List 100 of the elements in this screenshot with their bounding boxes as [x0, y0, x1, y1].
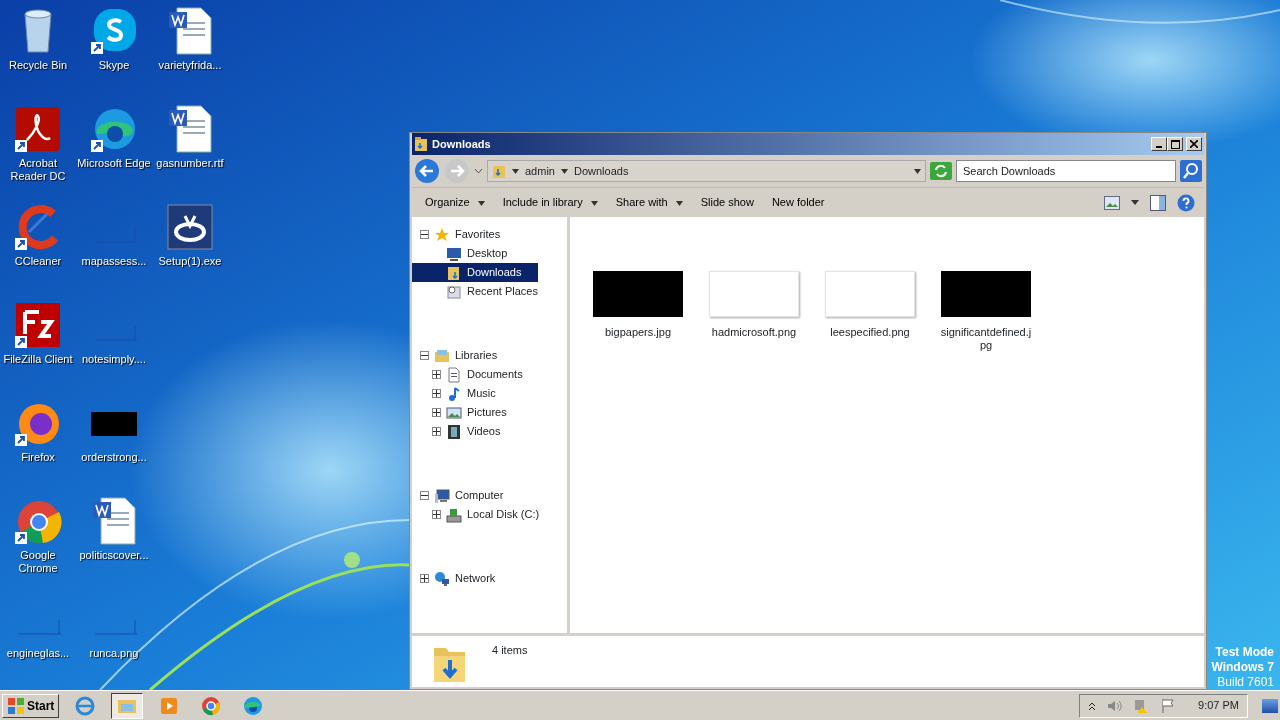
desktop-icon-label[interactable]: runca.png — [89, 647, 139, 660]
expand-toggle[interactable] — [420, 230, 429, 239]
plus-icon — [433, 428, 440, 435]
minus-icon — [421, 492, 428, 499]
window-title: Downloads — [432, 136, 491, 152]
plus-icon — [433, 371, 440, 378]
picture-icon — [446, 404, 462, 421]
desktop-icon-label[interactable]: Acrobat Reader DC — [1, 157, 75, 183]
folder-icon — [414, 136, 428, 152]
minimize-button[interactable] — [1151, 137, 1168, 151]
media-player-icon — [159, 695, 180, 716]
file-name[interactable]: bigpapers.jpg — [604, 326, 672, 339]
address-bar[interactable]: admin Downloads — [487, 160, 926, 182]
os-build-text: Test Mode — [1215, 645, 1274, 660]
expand-toggle[interactable] — [420, 351, 429, 360]
desktop-icon-label[interactable]: politicscover... — [79, 549, 149, 562]
minus-icon — [421, 352, 428, 359]
taskbar-button[interactable] — [111, 692, 144, 719]
clock-time[interactable]: 9:07 PM — [1198, 697, 1239, 714]
caret-icon — [675, 200, 683, 206]
chevron-icon[interactable] — [1088, 700, 1097, 711]
tree-item[interactable]: Libraries — [412, 346, 523, 365]
close-button[interactable] — [1186, 137, 1202, 151]
drive-icon — [446, 506, 462, 523]
image-thumbnail[interactable] — [593, 271, 683, 317]
ftp-app-icon[interactable] — [13, 300, 63, 350]
music-note-icon — [446, 385, 462, 402]
tree-item[interactable]: Music — [412, 384, 523, 403]
plus-icon — [421, 575, 428, 582]
tree-item[interactable]: Network — [412, 569, 496, 588]
help-icon[interactable] — [1176, 193, 1195, 212]
maximize-button[interactable] — [1167, 137, 1184, 151]
tree-item[interactable]: Downloads — [412, 263, 538, 282]
desktop-icon-label[interactable]: engineglas... — [6, 647, 70, 660]
toolbar-button[interactable]: Share with — [606, 191, 692, 214]
show-desktop-button[interactable] — [1262, 698, 1278, 713]
toolbar-button[interactable]: Organize — [416, 191, 494, 214]
refresh-icon[interactable] — [930, 162, 952, 180]
file-name[interactable]: hadmicrosoft.png — [711, 326, 797, 339]
tree-item[interactable]: Local Disk (C:) — [412, 505, 540, 524]
flag-icon[interactable] — [1160, 697, 1177, 714]
recent-places-icon — [446, 283, 462, 300]
star-icon — [434, 226, 450, 243]
search-field[interactable]: Search Downloads — [956, 160, 1176, 182]
dropdown-icon[interactable] — [474, 168, 483, 174]
desktop-icon-label[interactable]: Recycle Bin — [8, 59, 68, 72]
toolbar-button[interactable]: New folder — [762, 191, 834, 214]
expand-toggle[interactable] — [432, 389, 441, 398]
minus-icon — [421, 231, 428, 238]
plus-icon — [433, 409, 440, 416]
desktop-icon-label[interactable]: notesimply.... — [82, 353, 146, 366]
pdf-app-icon[interactable] — [13, 104, 63, 154]
desktop-icon-label[interactable]: orderstrong... — [81, 451, 147, 464]
installer-icon[interactable] — [165, 202, 215, 252]
breadcrumb-item[interactable]: admin — [525, 162, 555, 180]
tree-item[interactable]: Pictures — [412, 403, 523, 422]
preview-pane-icon[interactable] — [1149, 194, 1166, 211]
expand-toggle[interactable] — [432, 510, 441, 519]
tree-item[interactable]: Recent Places — [412, 282, 538, 301]
toolbar-button[interactable]: Slide show — [691, 191, 763, 214]
computer-icon — [434, 487, 450, 504]
desktop-icon-label[interactable]: FileZilla Client — [3, 353, 73, 366]
desktop-icon-label[interactable]: Skype — [98, 59, 130, 72]
maximize-icon — [1170, 139, 1180, 149]
expand-toggle[interactable] — [432, 427, 441, 436]
image-thumbnail[interactable] — [825, 271, 915, 317]
browser-icon — [75, 695, 96, 716]
tree-item[interactable]: Videos — [412, 422, 523, 441]
desktop-icon-label[interactable]: gasnumber.rtf — [156, 157, 224, 170]
desktop-icon-label[interactable]: CCleaner — [14, 255, 62, 268]
tree-item[interactable]: Documents — [412, 365, 523, 384]
expand-toggle[interactable] — [420, 491, 429, 500]
network-icon — [434, 570, 450, 587]
image-thumbnail[interactable] — [941, 271, 1031, 317]
breadcrumb-item[interactable]: Downloads — [573, 162, 629, 180]
tree-item[interactable]: Computer — [412, 486, 540, 505]
desktop-icon-label[interactable]: Microsoft Edge — [77, 157, 151, 170]
desktop-icon-label[interactable]: Setup(1).exe — [158, 255, 222, 268]
desktop-icon-label[interactable]: varietyfrida... — [158, 59, 222, 72]
caret-icon — [512, 169, 519, 175]
expand-toggle[interactable] — [432, 370, 441, 379]
start-button[interactable]: Start — [2, 693, 60, 718]
image-thumbnail[interactable] — [709, 271, 799, 317]
search-icon[interactable] — [1180, 160, 1202, 182]
tree-item[interactable]: Favorites — [412, 225, 538, 244]
expand-toggle[interactable] — [432, 408, 441, 417]
desktop-icon-label[interactable]: Firefox — [21, 451, 55, 464]
file-name[interactable]: significantdefined.jpg — [938, 326, 1034, 352]
desktop-icon-label[interactable]: mapassess... — [81, 255, 147, 268]
document-icon — [446, 366, 462, 383]
tree-item[interactable]: Desktop — [412, 244, 538, 263]
toolbar-button[interactable]: Include in library — [493, 191, 607, 214]
caret-icon — [477, 200, 485, 206]
back-button[interactable] — [414, 158, 440, 184]
caret-icon[interactable] — [1130, 200, 1139, 205]
file-name[interactable]: leespecified.png — [830, 326, 910, 339]
plus-icon — [433, 511, 440, 518]
expand-toggle[interactable] — [420, 574, 429, 583]
view-icon[interactable] — [1103, 195, 1120, 210]
desktop-icon-label[interactable]: Google Chrome — [1, 549, 75, 575]
